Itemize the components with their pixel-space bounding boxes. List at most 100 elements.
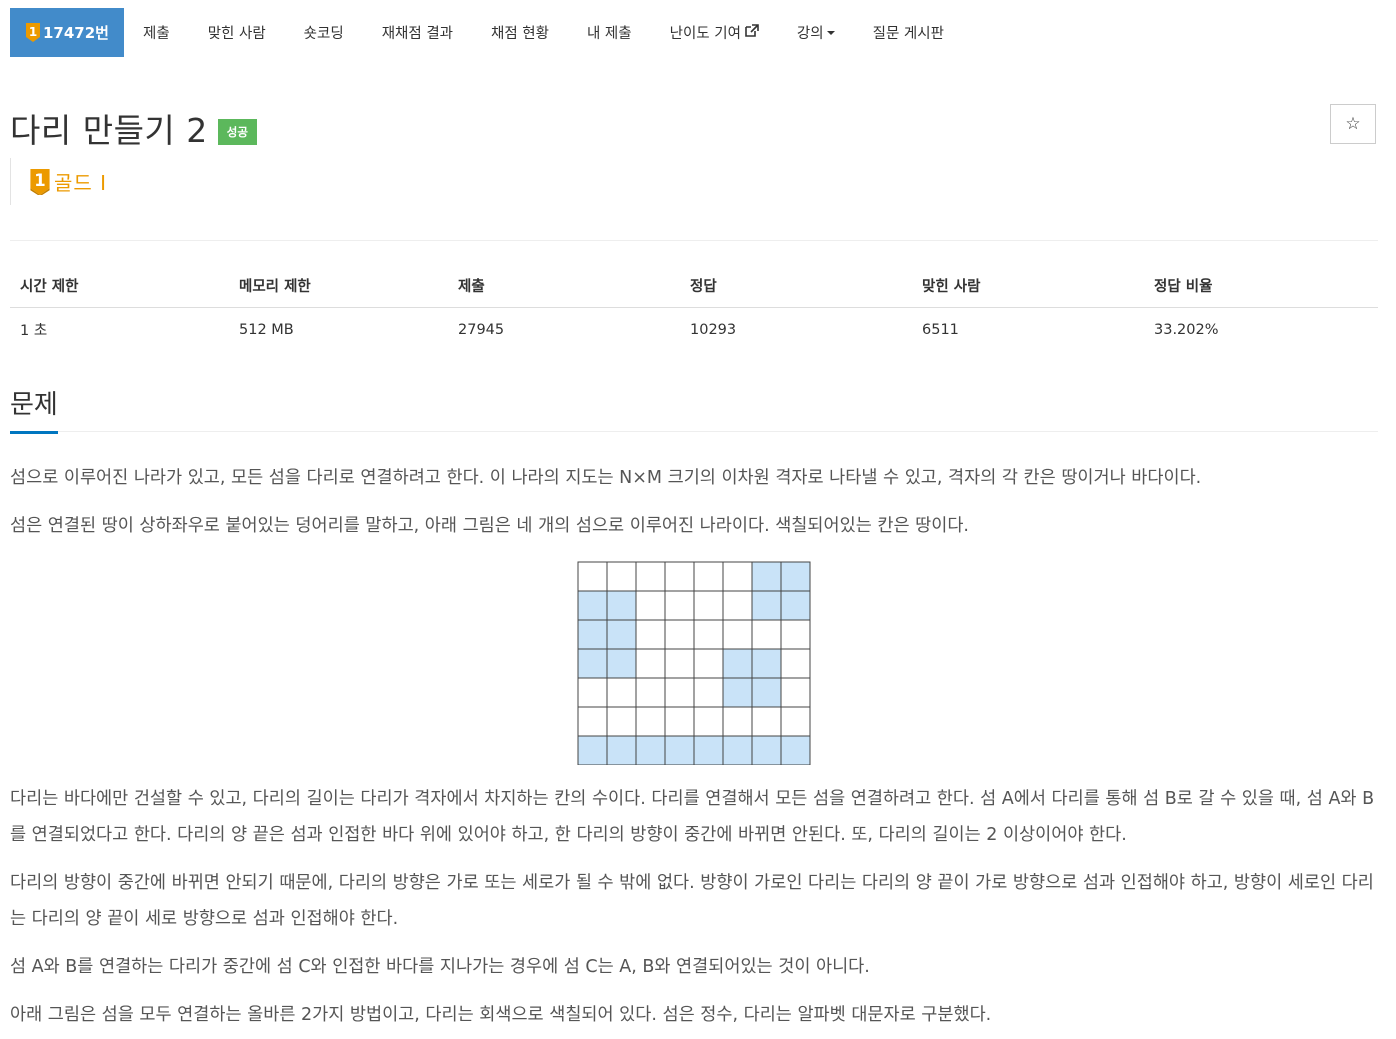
sea-cell <box>664 619 695 650</box>
header-submissions: 제출 <box>448 263 680 308</box>
accepted-value: 10293 <box>690 321 737 338</box>
memory-limit-value: 512 MB <box>239 321 294 338</box>
tab-lectures-label: 강의 <box>796 26 824 42</box>
sea-cell <box>693 648 724 679</box>
sea-cell <box>751 619 782 650</box>
problem-paragraph-5: 섬 A와 B를 연결하는 다리가 중간에 섬 C와 인접한 바다를 지나가는 경… <box>10 957 870 977</box>
problem-paragraph-2: 섬은 연결된 땅이 상하좌우로 붙어있는 덩어리를 말하고, 아래 그림은 네 … <box>10 516 969 536</box>
sea-cell <box>780 619 811 650</box>
header-accepted: 정답 <box>680 263 912 308</box>
tab-board-label: 질문 게시판 <box>872 26 944 42</box>
sea-cell <box>780 648 811 679</box>
tab-problem-number[interactable]: 1 17472번 <box>10 8 124 57</box>
table-header-row: 시간 제한 메모리 제한 제출 정답 맞힌 사람 정답 비율 <box>10 263 1378 308</box>
problem-paragraph-6: 아래 그림은 섬을 모두 연결하는 올바른 2가지 방법이고, 다리는 회색으로… <box>10 1005 992 1025</box>
sea-cell <box>664 561 695 592</box>
sea-cell <box>635 561 666 592</box>
gold-tier-icon: 1 <box>30 168 50 195</box>
problem-number-label: 17472번 <box>43 24 109 42</box>
sea-cell <box>577 706 608 737</box>
ratio-value: 33.202% <box>1154 321 1219 338</box>
caret-down-icon <box>826 30 835 35</box>
sea-cell <box>722 706 753 737</box>
section-header: 문제 <box>10 384 1378 434</box>
gold-tier-icon: 1 <box>26 23 40 42</box>
sea-cell <box>606 677 637 708</box>
sea-cell <box>635 648 666 679</box>
land-cell <box>751 590 782 621</box>
tab-contribution-label: 난이도 기여 <box>669 26 741 42</box>
sea-cell <box>780 677 811 708</box>
header-ratio: 정답 비율 <box>1144 263 1378 308</box>
land-cell <box>606 619 637 650</box>
tab-solvers[interactable]: 맞힌 사람 <box>189 8 285 57</box>
sea-cell <box>664 648 695 679</box>
time-limit-value: 1 초 <box>20 323 48 339</box>
land-cell <box>780 735 811 766</box>
problem-nav: 1 17472번 제출 맞힌 사람 숏코딩 재채점 결과 채점 현황 내 제출 … <box>10 8 963 57</box>
land-cell <box>577 648 608 679</box>
problem-paragraph-3: 다리는 바다에만 건설할 수 있고, 다리의 길이는 다리가 격자에서 차지하는… <box>10 789 1375 845</box>
land-cell <box>751 677 782 708</box>
tab-solvers-label: 맞힌 사람 <box>207 26 266 42</box>
sea-cell <box>722 590 753 621</box>
sea-cell <box>693 590 724 621</box>
star-icon: ☆ <box>1345 114 1361 134</box>
tab-lectures-dropdown[interactable]: 강의 <box>778 8 854 57</box>
tab-my-submissions[interactable]: 내 제출 <box>568 8 651 57</box>
favorite-star-button[interactable]: ☆ <box>1330 104 1376 144</box>
tab-rejudge-label: 재채점 결과 <box>381 26 453 42</box>
island-map-grid <box>577 561 811 766</box>
land-cell <box>577 619 608 650</box>
problem-stats-table: 시간 제한 메모리 제한 제출 정답 맞힌 사람 정답 비율 1 초 512 M… <box>10 263 1378 351</box>
header-time-limit: 시간 제한 <box>10 263 229 308</box>
land-cell <box>751 648 782 679</box>
header-solvers: 맞힌 사람 <box>912 263 1144 308</box>
land-cell <box>635 735 666 766</box>
tab-difficulty-contribution[interactable]: 난이도 기여 <box>651 8 778 57</box>
sea-cell <box>577 561 608 592</box>
sea-cell <box>664 706 695 737</box>
tab-short-coding[interactable]: 숏코딩 <box>285 8 363 57</box>
submissions-value: 27945 <box>458 321 505 338</box>
tab-rejudge-results[interactable]: 재채점 결과 <box>363 8 472 57</box>
land-cell <box>780 561 811 592</box>
sea-cell <box>693 706 724 737</box>
land-cell <box>693 735 724 766</box>
tab-judge-status[interactable]: 채점 현황 <box>472 8 568 57</box>
problem-paragraph-4: 다리의 방향이 중간에 바뀌면 안되기 때문에, 다리의 방향은 가로 또는 세… <box>10 873 1374 929</box>
sea-cell <box>635 706 666 737</box>
svg-text:1: 1 <box>29 25 37 39</box>
sea-cell <box>664 677 695 708</box>
tab-question-board[interactable]: 질문 게시판 <box>854 8 963 57</box>
problem-paragraph-1: 섬으로 이루어진 나라가 있고, 모든 섬을 다리로 연결하려고 한다. 이 나… <box>10 468 1202 488</box>
problem-header: 다리 만들기 2 성공 <box>10 104 257 152</box>
external-link-icon <box>745 24 759 41</box>
sea-cell <box>780 706 811 737</box>
sea-cell <box>722 561 753 592</box>
sea-cell <box>635 590 666 621</box>
sea-cell <box>635 619 666 650</box>
sea-cell <box>693 561 724 592</box>
table-row: 1 초 512 MB 27945 10293 6511 33.202% <box>10 308 1378 352</box>
land-cell <box>606 735 637 766</box>
land-cell <box>751 735 782 766</box>
land-cell <box>606 648 637 679</box>
status-badge: 성공 <box>217 119 257 145</box>
land-cell <box>577 735 608 766</box>
sea-cell <box>693 619 724 650</box>
svg-text:1: 1 <box>34 171 45 190</box>
tab-submit[interactable]: 제출 <box>124 8 189 57</box>
sea-cell <box>751 706 782 737</box>
tab-submit-label: 제출 <box>143 26 170 42</box>
tier-label[interactable]: 골드 I <box>54 167 107 196</box>
land-cell <box>722 735 753 766</box>
tab-judge-status-label: 채점 현황 <box>491 26 549 42</box>
sea-cell <box>577 677 608 708</box>
page-title: 다리 만들기 2 <box>10 111 208 150</box>
sea-cell <box>693 677 724 708</box>
tab-my-submissions-label: 내 제출 <box>586 26 632 42</box>
sea-cell <box>606 706 637 737</box>
divider <box>10 240 1378 241</box>
sea-cell <box>635 677 666 708</box>
